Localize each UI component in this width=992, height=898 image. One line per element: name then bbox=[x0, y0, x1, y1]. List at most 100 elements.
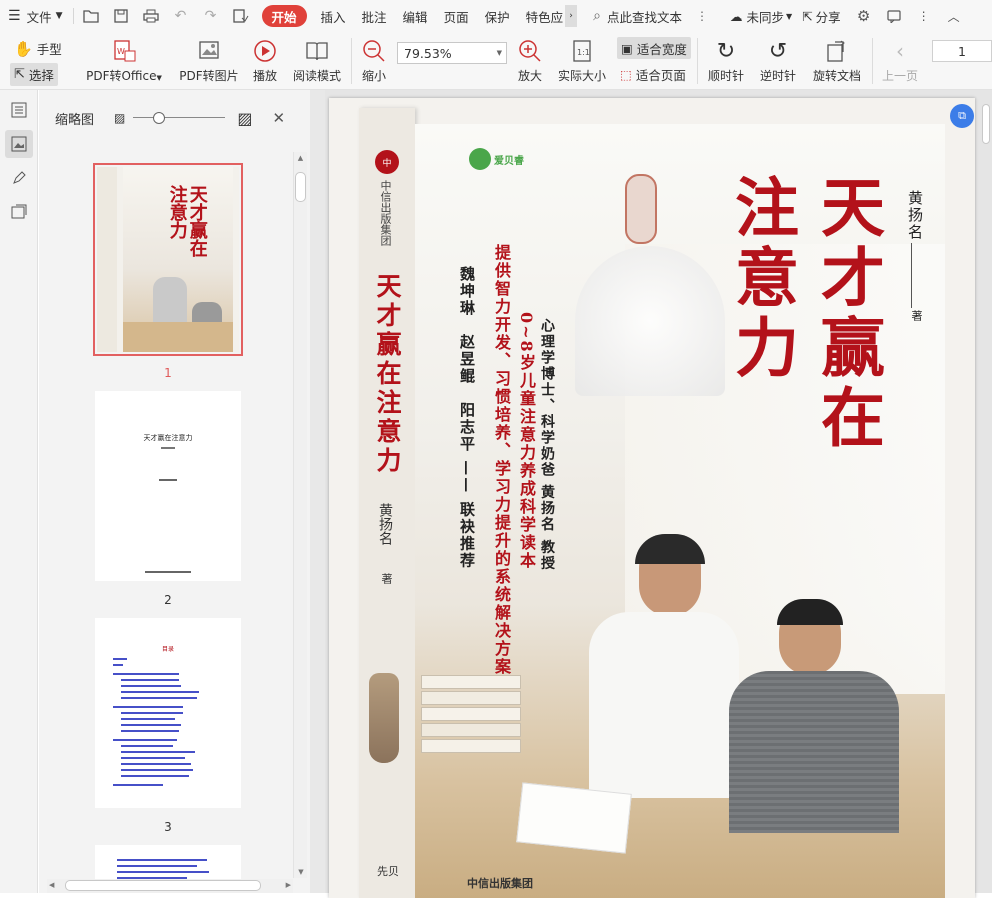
play-button[interactable]: 播放 bbox=[249, 38, 281, 84]
redo-icon[interactable]: ↷ bbox=[196, 0, 226, 32]
thumbnail-header: 缩略图 ▨ ▨ ✕ bbox=[39, 90, 310, 146]
share-button[interactable]: ⇱ 分享 bbox=[800, 0, 849, 32]
scroll-right-icon[interactable]: ▶ bbox=[286, 881, 291, 889]
chevron-left-icon: ‹ bbox=[896, 39, 904, 63]
zoom-value: 79.53% bbox=[404, 45, 452, 61]
file-menu[interactable]: ☰ 文件 ▼ bbox=[0, 0, 71, 32]
more-icon[interactable]: ⋮ bbox=[909, 0, 939, 32]
toc-line bbox=[113, 706, 183, 708]
search-placeholder: 点此查找文本 bbox=[606, 9, 682, 25]
rotate-counterclockwise-button[interactable]: ↺ 逆时针 bbox=[758, 38, 798, 84]
select-tool[interactable]: ⇱ 选择 bbox=[10, 63, 58, 86]
slider-knob[interactable] bbox=[153, 112, 166, 124]
zoom-out-label: 缩小 bbox=[361, 69, 386, 83]
fit-page-icon: ⬚ bbox=[620, 66, 632, 82]
zoom-select[interactable]: 79.53% ▼ bbox=[397, 42, 507, 64]
cover-author: 黄扬名 bbox=[906, 190, 924, 241]
zoom-in-label: 放大 bbox=[517, 69, 542, 83]
scroll-down-icon[interactable]: ▼ bbox=[294, 868, 308, 876]
tab-insert[interactable]: 插入 bbox=[313, 0, 354, 32]
spine-footer: 先贝 bbox=[377, 865, 399, 878]
page-tool-icon[interactable]: ⧉ bbox=[950, 104, 974, 128]
toc-line bbox=[113, 784, 163, 786]
pdf-to-office-button[interactable]: W PDF转Office▼ bbox=[84, 38, 164, 84]
pdf-image-icon bbox=[197, 38, 221, 64]
thumbnail-icon bbox=[11, 136, 27, 152]
tab-page[interactable]: 页面 bbox=[436, 0, 477, 32]
pdf-office-icon: W bbox=[111, 38, 137, 64]
tab-protect[interactable]: 保护 bbox=[477, 0, 518, 32]
document-view: 中 中信出版集团 天才赢在注意力 黄扬名 著 先贝 爱贝睿 天才赢在 注意力 黄… bbox=[325, 90, 992, 898]
prev-page-button[interactable]: ‹ 上一页 bbox=[880, 38, 920, 84]
open-folder-icon[interactable] bbox=[76, 0, 106, 32]
zoom-out-button[interactable]: 缩小 bbox=[358, 38, 390, 84]
thumbnail-size-slider[interactable] bbox=[133, 112, 226, 124]
save-icon[interactable] bbox=[106, 0, 136, 32]
thumbnail-page-3[interactable]: 目录 bbox=[95, 618, 241, 808]
sync-button[interactable]: ☁ 未同步 ▼ bbox=[722, 0, 800, 32]
divider bbox=[872, 38, 873, 84]
thumbnail-vertical-scrollbar[interactable]: ▲ ▼ bbox=[293, 152, 307, 878]
toc-line bbox=[113, 739, 177, 741]
tab-features[interactable]: 特色应 bbox=[518, 0, 566, 32]
toc-line bbox=[113, 658, 127, 660]
feedback-icon[interactable] bbox=[879, 0, 909, 32]
thumbnail-panel-button[interactable] bbox=[5, 130, 33, 158]
fit-page-button[interactable]: ⬚ 适合页面 bbox=[620, 63, 686, 85]
close-icon[interactable]: ✕ bbox=[272, 109, 285, 127]
pdf-to-image-button[interactable]: PDF转图片 bbox=[176, 38, 242, 84]
bookmark-panel-button[interactable] bbox=[5, 96, 33, 124]
print-icon[interactable] bbox=[136, 0, 166, 32]
large-image-icon[interactable]: ▨ bbox=[237, 109, 252, 128]
page-number-value: 1 bbox=[958, 43, 966, 59]
divider bbox=[351, 38, 352, 84]
toc-line bbox=[113, 673, 179, 675]
format-icon[interactable] bbox=[226, 0, 256, 32]
thumbnail-page-2[interactable]: 天才赢在注意力 bbox=[95, 391, 241, 581]
image-panel-button[interactable] bbox=[5, 198, 33, 226]
toc-line bbox=[121, 730, 179, 732]
rotate-clockwise-button[interactable]: ↻ 顺时针 bbox=[706, 38, 746, 84]
settings-icon[interactable]: ⚙ bbox=[849, 0, 879, 32]
thumbnail-page-1[interactable]: 天才赢在 注意力 bbox=[93, 163, 243, 356]
scroll-left-icon[interactable]: ◀ bbox=[49, 881, 54, 889]
vase bbox=[369, 673, 399, 763]
thumbnail-panel: 缩略图 ▨ ▨ ✕ 天才赢在 注意力 1 天才赢在注意力 2 目录 3 ▲ ▼ … bbox=[39, 90, 310, 893]
actual-size-button[interactable]: 1:1 实际大小 bbox=[555, 38, 609, 84]
annotation-panel-button[interactable] bbox=[5, 164, 33, 192]
scrollbar-thumb[interactable] bbox=[295, 172, 306, 202]
undo-icon[interactable]: ↶ bbox=[166, 0, 196, 32]
collapse-icon[interactable]: ︿ bbox=[939, 0, 969, 32]
scrollbar-thumb[interactable] bbox=[65, 880, 261, 891]
page-number-input[interactable]: 1 bbox=[932, 40, 992, 62]
actual-size-icon: 1:1 bbox=[571, 38, 593, 64]
small-image-icon[interactable]: ▨ bbox=[114, 111, 125, 125]
document-scrollbar[interactable] bbox=[982, 104, 990, 144]
zoom-in-icon bbox=[518, 38, 542, 64]
tab-start[interactable]: 开始 bbox=[261, 5, 307, 27]
hand-icon: ✋ bbox=[14, 39, 33, 58]
tab-scroll-right-icon[interactable]: › bbox=[565, 5, 578, 27]
zoom-in-button[interactable]: 放大 bbox=[514, 38, 546, 84]
tab-edit[interactable]: 编辑 bbox=[395, 0, 436, 32]
chevron-down-icon: ▼ bbox=[785, 11, 793, 21]
scroll-up-icon[interactable]: ▲ bbox=[294, 154, 307, 162]
zoom-out-icon bbox=[362, 38, 386, 64]
cloud-icon: ☁ bbox=[729, 8, 743, 24]
panel-splitter[interactable] bbox=[310, 90, 325, 893]
spine-publisher: 中信出版集团 bbox=[379, 180, 392, 246]
spine-author-suffix: 著 bbox=[380, 573, 393, 584]
photo-father bbox=[589, 534, 739, 798]
actual-size-label: 实际大小 bbox=[557, 69, 606, 83]
read-mode-button[interactable]: 阅读模式 bbox=[290, 38, 344, 84]
list-icon bbox=[11, 102, 27, 118]
toc-line bbox=[121, 763, 191, 765]
tab-annotate[interactable]: 批注 bbox=[354, 0, 395, 32]
search-box[interactable]: ⌕ 点此查找文本 bbox=[585, 0, 690, 32]
thumbnail-horizontal-scrollbar[interactable]: ◀ ▶ bbox=[47, 879, 293, 893]
rotate-document-button[interactable]: 旋转文档 bbox=[810, 38, 864, 84]
hand-tool[interactable]: ✋ 手型 bbox=[14, 39, 62, 58]
more-icon[interactable]: ⋮ bbox=[696, 9, 708, 23]
fit-width-button[interactable]: ▣ 适合宽度 bbox=[617, 37, 691, 59]
lamp-shade bbox=[575, 246, 725, 396]
